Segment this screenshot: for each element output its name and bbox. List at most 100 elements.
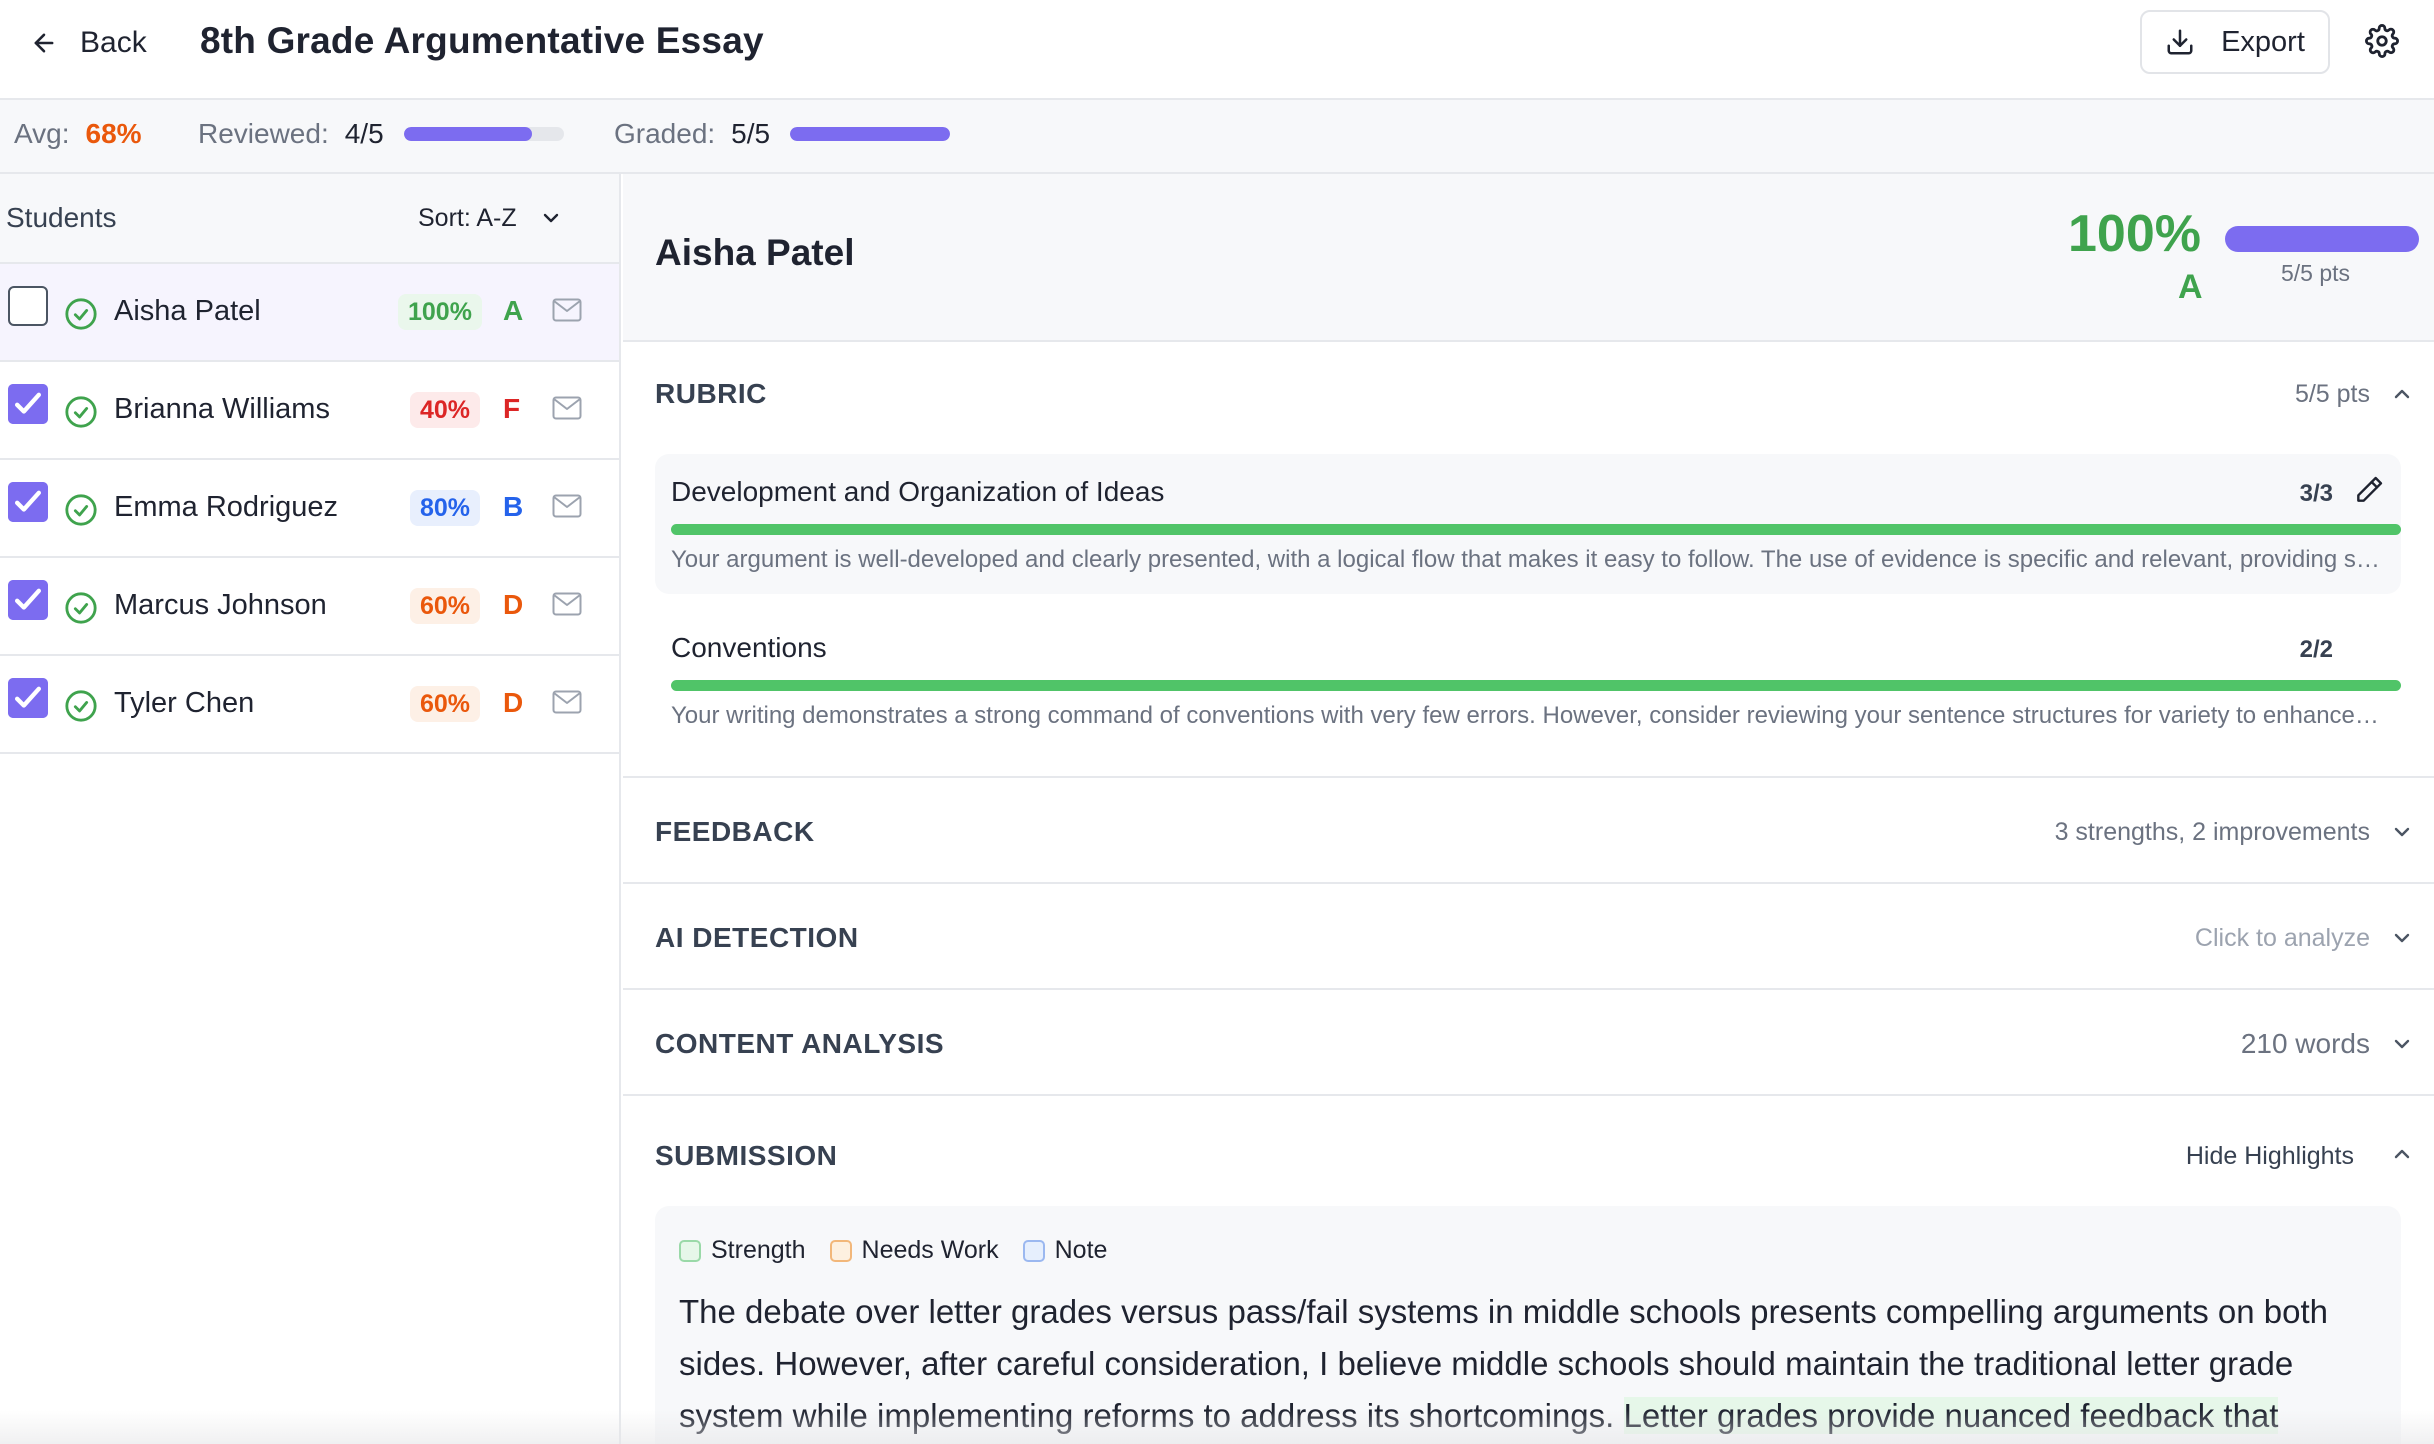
ai-detection-section[interactable]: AI DETECTION Click to analyze bbox=[623, 884, 2434, 990]
avg-label: Avg: bbox=[14, 118, 70, 149]
essay-text: The debate over letter grades versus pas… bbox=[679, 1286, 2379, 1444]
strength-swatch bbox=[679, 1239, 701, 1262]
students-title: Students bbox=[6, 202, 117, 233]
criterion-conventions: Conventions 2/2 Your writing demonstrate… bbox=[655, 610, 2401, 750]
pencil-icon[interactable] bbox=[2353, 474, 2385, 506]
reviewed-value: 4/5 bbox=[344, 118, 384, 149]
content-analysis-section[interactable]: CONTENT ANALYSIS 210 words bbox=[623, 990, 2434, 1096]
submission-title: SUBMISSION bbox=[655, 1140, 838, 1171]
gear-icon[interactable] bbox=[2365, 24, 2399, 58]
chevron-down-icon bbox=[543, 213, 558, 223]
graded-stat: Graded: 5/5 bbox=[614, 118, 951, 150]
row-checkbox[interactable] bbox=[8, 678, 48, 718]
check-circle-icon bbox=[65, 494, 97, 526]
back-label: Back bbox=[80, 26, 147, 59]
check-circle-icon bbox=[65, 298, 97, 330]
student-grade: D bbox=[503, 589, 524, 620]
student-grade: F bbox=[503, 393, 521, 424]
criterion-progress-bar bbox=[671, 680, 2401, 691]
criterion-name: Development and Organization of Ideas bbox=[671, 476, 1165, 507]
graded-label: Graded: bbox=[614, 118, 716, 149]
student-percent-badge: 100% bbox=[398, 294, 482, 330]
graded-progress-bar bbox=[790, 127, 951, 141]
criterion-progress-bar bbox=[671, 524, 2401, 535]
chevron-up-icon[interactable] bbox=[2390, 382, 2414, 406]
feedback-title: FEEDBACK bbox=[655, 816, 815, 847]
student-row[interactable]: Tyler Chen 60% D bbox=[0, 656, 619, 754]
feedback-section[interactable]: FEEDBACK 3 strengths, 2 improvements bbox=[623, 778, 2434, 884]
student-detail: Aisha Patel 100% A 5/5 pts RUBRIC 5/5 pt… bbox=[623, 174, 2434, 1444]
hide-highlights-button[interactable]: Hide Highlights bbox=[2186, 1142, 2354, 1171]
reviewed-progress-bar bbox=[403, 127, 564, 141]
student-row[interactable]: Brianna Williams 40% F bbox=[0, 362, 619, 460]
row-checkbox[interactable] bbox=[8, 286, 48, 326]
mail-icon[interactable] bbox=[552, 396, 582, 420]
stats-bar: Avg: 68% Reviewed: 4/5 Graded: 5/5 bbox=[0, 100, 2434, 174]
ai-detection-meta[interactable]: Click to analyze bbox=[2195, 924, 2370, 953]
mail-icon[interactable] bbox=[552, 592, 582, 616]
graded-value: 5/5 bbox=[731, 118, 771, 149]
criterion-score: 2/2 bbox=[2299, 636, 2333, 663]
download-icon bbox=[2167, 29, 2193, 55]
sort-label: Sort: A-Z bbox=[418, 203, 517, 232]
chevron-down-icon bbox=[2394, 1039, 2410, 1049]
criterion-comment: Your argument is well-developed and clea… bbox=[671, 546, 2381, 573]
student-grade: B bbox=[503, 491, 524, 522]
check-circle-icon bbox=[65, 396, 97, 428]
row-checkbox[interactable] bbox=[8, 482, 48, 522]
chevron-down-icon bbox=[2394, 933, 2410, 943]
students-panel: Students Sort: A-Z Aisha Patel 100% A Brian… bbox=[0, 174, 621, 1444]
ai-detection-title: AI DETECTION bbox=[655, 922, 859, 953]
content-analysis-title: CONTENT ANALYSIS bbox=[655, 1028, 945, 1059]
criterion-name: Conventions bbox=[671, 632, 827, 663]
student-grade: A bbox=[503, 295, 524, 326]
submission-box: Strength Needs Work Note The debate over… bbox=[655, 1206, 2401, 1444]
mail-icon[interactable] bbox=[552, 690, 582, 714]
feedback-meta: 3 strengths, 2 improvements bbox=[2054, 818, 2370, 846]
rubric-points: 5/5 pts bbox=[2294, 380, 2370, 408]
rubric-title[interactable]: RUBRIC bbox=[655, 378, 767, 410]
student-name: Marcus Johnson bbox=[114, 589, 327, 621]
points-label: 5/5 pts bbox=[2281, 260, 2351, 286]
student-grade: D bbox=[503, 687, 524, 718]
export-label: Export bbox=[2221, 25, 2305, 58]
graded-progress-fill bbox=[790, 127, 951, 141]
legend-label: Needs Work bbox=[861, 1236, 999, 1264]
student-percent-badge: 60% bbox=[410, 686, 481, 722]
student-name: Aisha Patel bbox=[655, 232, 855, 273]
legend-label: Note bbox=[1054, 1236, 1108, 1264]
rubric-section: RUBRIC 5/5 pts Development and Organizat… bbox=[623, 342, 2434, 778]
student-percent-badge: 40% bbox=[410, 392, 481, 428]
criterion-comment: Your writing demonstrates a strong comma… bbox=[671, 702, 2381, 729]
score-percent: 100% bbox=[2068, 205, 2201, 263]
student-row[interactable]: Marcus Johnson 60% D bbox=[0, 558, 619, 656]
student-name: Tyler Chen bbox=[114, 687, 255, 719]
export-button[interactable]: Export bbox=[2140, 10, 2330, 74]
score-grade: A bbox=[2178, 268, 2203, 306]
student-name: Aisha Patel bbox=[114, 295, 261, 327]
mail-icon[interactable] bbox=[552, 494, 582, 518]
student-row[interactable]: Emma Rodriguez 80% B bbox=[0, 460, 619, 558]
back-button[interactable]: Back bbox=[30, 18, 147, 68]
note-swatch bbox=[1022, 1239, 1045, 1262]
student-name: Brianna Williams bbox=[114, 393, 330, 425]
legend-needs-work: Needs Work bbox=[829, 1236, 999, 1265]
check-circle-icon bbox=[65, 690, 97, 722]
check-circle-icon bbox=[65, 592, 97, 624]
chevron-up-icon[interactable] bbox=[2390, 1142, 2414, 1166]
mail-icon[interactable] bbox=[552, 298, 582, 322]
row-checkbox[interactable] bbox=[8, 384, 48, 424]
sort-dropdown[interactable]: Sort: A-Z bbox=[418, 198, 563, 238]
page-title: 8th Grade Argumentative Essay bbox=[200, 20, 764, 61]
word-count: 210 words bbox=[2240, 1028, 2370, 1059]
criterion-score: 3/3 bbox=[2299, 480, 2333, 507]
avg-value: 68% bbox=[85, 118, 142, 149]
chevron-down-icon bbox=[2394, 827, 2410, 837]
detail-header: Aisha Patel 100% A 5/5 pts bbox=[623, 174, 2434, 342]
row-checkbox[interactable] bbox=[8, 580, 48, 620]
avg-stat: Avg: 68% bbox=[14, 118, 142, 150]
student-percent-badge: 60% bbox=[410, 588, 481, 624]
points-progress-bar bbox=[2225, 226, 2419, 252]
legend-strength: Strength bbox=[679, 1236, 806, 1265]
student-row[interactable]: Aisha Patel 100% A bbox=[0, 264, 619, 362]
